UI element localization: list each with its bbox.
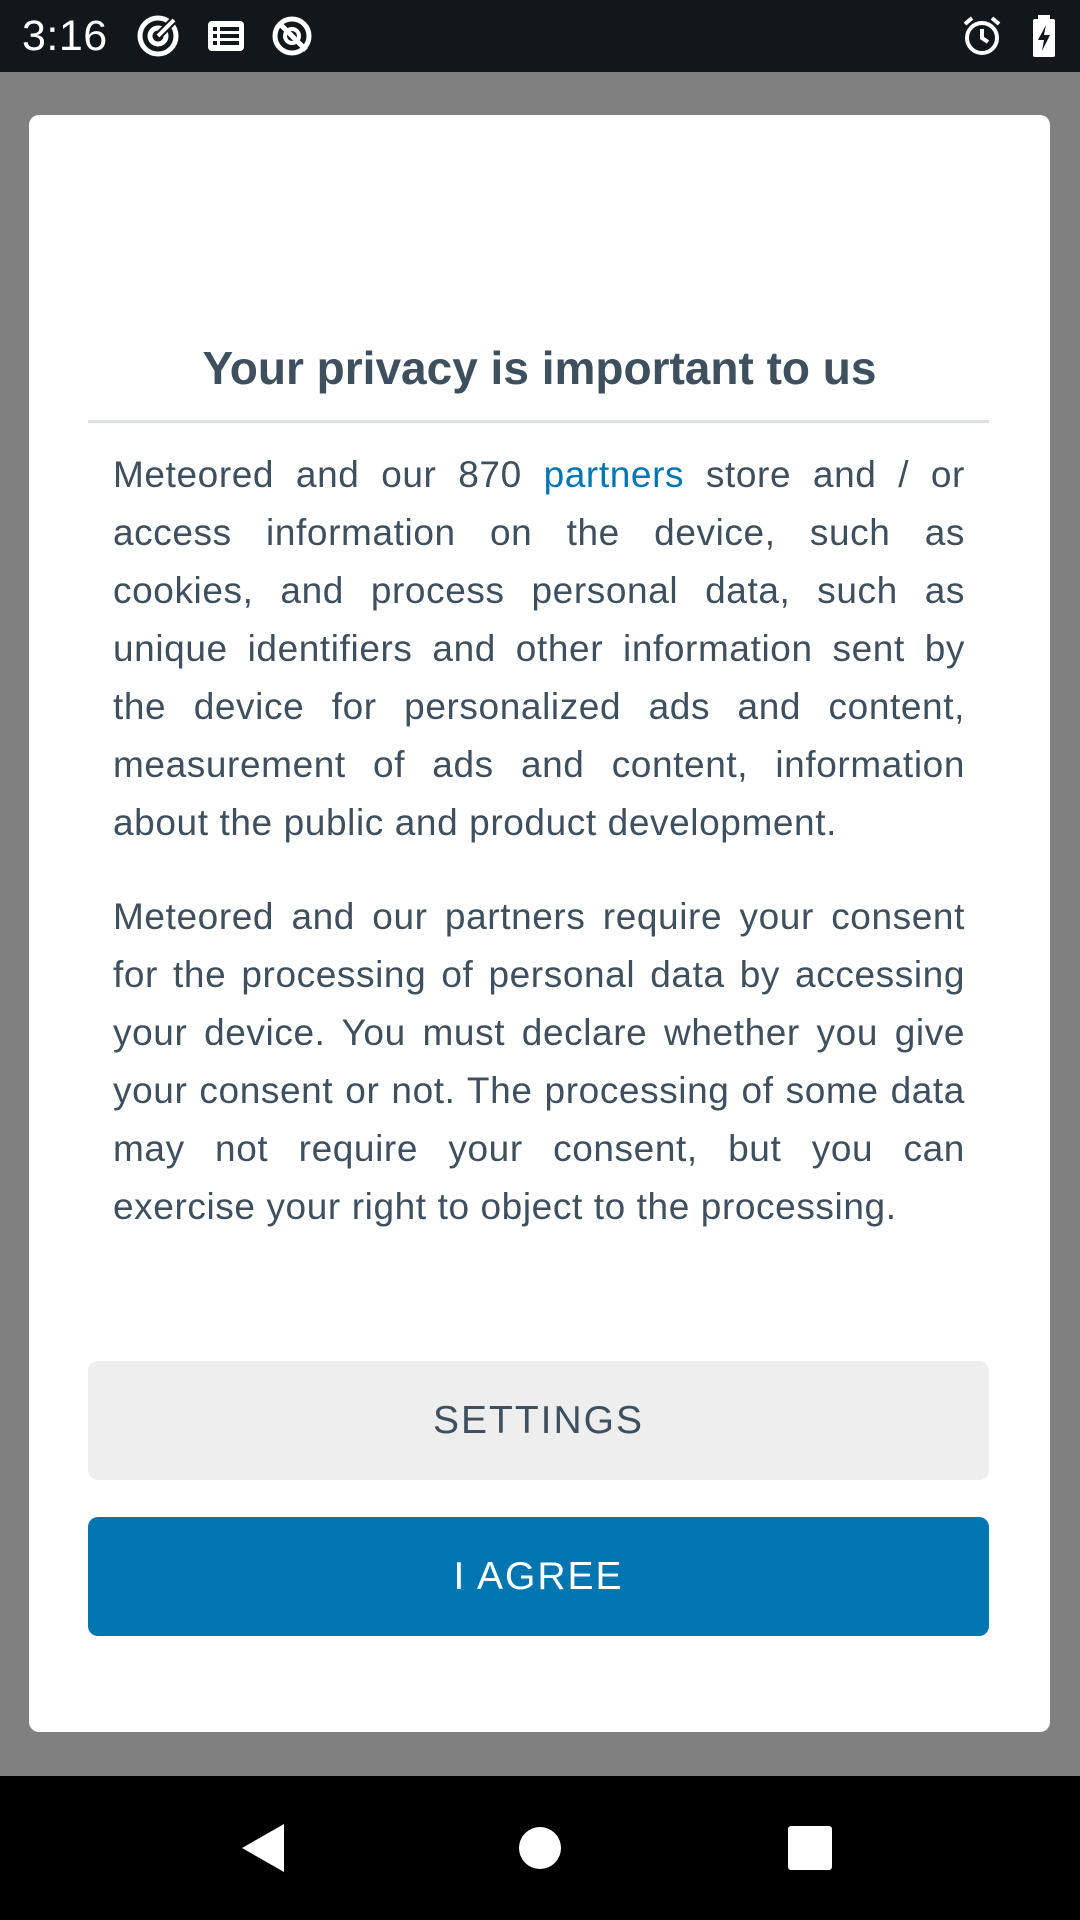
divider <box>88 420 989 423</box>
privacy-consent-dialog: Your privacy is important to us Meteored… <box>29 115 1050 1732</box>
status-time: 3:16 <box>22 12 108 60</box>
home-icon[interactable] <box>504 1812 576 1884</box>
settings-button[interactable]: SETTINGS <box>88 1361 989 1480</box>
alarm-icon <box>960 14 1004 58</box>
consent-paragraph-1: Meteored and our 870 partners store and … <box>113 446 965 852</box>
status-bar: 3:16 <box>0 0 1080 72</box>
back-icon[interactable] <box>228 1812 300 1884</box>
dialog-title: Your privacy is important to us <box>202 342 877 394</box>
list-icon <box>204 14 248 58</box>
no-disturb-icon <box>270 14 314 58</box>
battery-charging-icon <box>1024 14 1064 58</box>
paragraph-1-text-start: Meteored and our 870 <box>113 454 544 495</box>
partners-link[interactable]: partners <box>544 454 685 495</box>
paragraph-1-text-end: store and / or access information on the… <box>113 454 965 843</box>
recents-icon[interactable] <box>774 1812 846 1884</box>
consent-paragraph-2: Meteored and our partners require your c… <box>113 896 965 1227</box>
navigation-bar <box>0 1776 1080 1920</box>
target-icon <box>136 14 180 58</box>
agree-button[interactable]: I AGREE <box>88 1517 989 1636</box>
